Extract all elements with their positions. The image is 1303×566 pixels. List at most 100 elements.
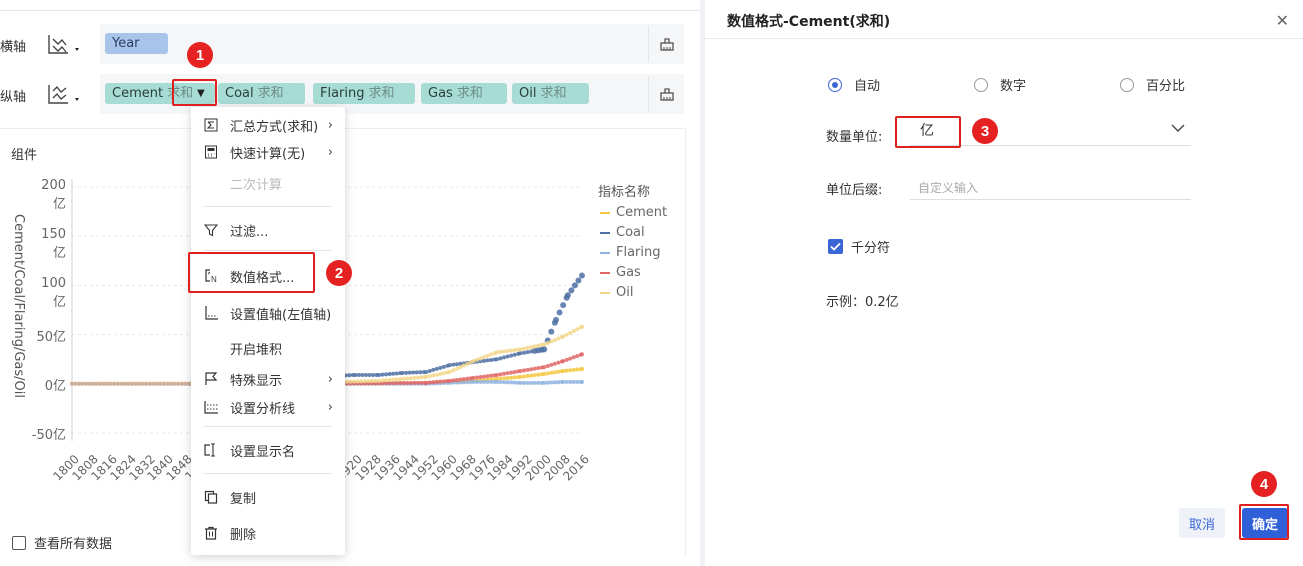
thousands-checkbox[interactable]: 千分符 [828,237,890,256]
step-badge-4: 4 [1251,471,1277,497]
data-point-oil [380,378,385,383]
menu-item-aggregation[interactable]: 汇总方式(求和) › [191,113,345,137]
format-example: 示例：0.2亿 [826,295,899,310]
data-point-oil [575,327,580,332]
close-icon[interactable]: ✕ [1276,11,1289,30]
data-point-oil [419,375,424,380]
data-point-coal [564,292,571,299]
data-point-oil [183,381,188,386]
dialog-title: 数值格式-Cement(求和) [727,14,891,30]
menu-item-copy[interactable]: 复制 [191,485,345,509]
data-point-gas [431,380,436,385]
data-point-coal [447,363,452,368]
data-point-oil [525,345,530,350]
checkbox-box[interactable] [12,535,26,550]
data-point-gas [465,376,470,381]
data-point-oil [144,381,149,386]
y-axis-title: Cement/Coal/Flaring/Gas/Oil [11,214,26,398]
data-point-oil [133,381,138,386]
radio-percent[interactable]: 百分比 [1120,75,1185,94]
data-point-flaring [552,380,557,385]
data-point-cement [532,373,537,378]
data-point-flaring [545,380,550,385]
menu-item-stack[interactable]: 开启堆积 [191,336,345,360]
data-point-oil [126,381,131,386]
highlight-box-3 [895,116,961,148]
radio-dot[interactable] [828,77,842,92]
data-point-coal [512,352,517,357]
legend-item-coal[interactable]: Coal [600,225,645,240]
check-icon[interactable] [828,239,843,254]
data-point-flaring [532,380,537,385]
data-point-coal [525,350,530,355]
data-point-gas [575,354,580,359]
legend-swatch [600,231,610,234]
data-point-oil [176,381,181,386]
data-point-coal [509,353,514,358]
data-point-oil [454,366,459,371]
legend-item-gas[interactable]: Gas [600,265,641,280]
menu-item-label: 设置值轴(左值轴) [230,307,332,323]
data-point-oil [376,378,381,383]
radio-dot[interactable] [974,77,988,92]
data-point-gas [478,375,483,380]
data-point-oil [571,329,576,334]
legend-label: Oil [616,285,634,300]
menu-item-value-axis[interactable]: 设置值轴(左值轴) [191,301,345,325]
data-point-oil [401,376,406,381]
data-point-oil [98,381,103,386]
data-point-cement [522,374,527,379]
data-point-oil [489,352,494,357]
data-point-gas [532,366,537,371]
view-all-data-checkbox[interactable]: 查看所有数据 [12,533,112,552]
data-point-oil [478,356,483,361]
data-point-flaring [518,380,523,385]
data-point-oil [441,371,446,376]
menu-item-rename[interactable]: 设置显示名 [191,438,345,462]
menu-item-quick-calc[interactable]: 快速计算(无) › [191,140,345,164]
data-point-gas [568,356,573,361]
cancel-button[interactable]: 取消 [1179,508,1225,538]
radio-number[interactable]: 数字 [974,75,1026,94]
data-point-coal [356,372,361,377]
scatter-chart [70,179,585,441]
data-point-gas [552,361,557,366]
data-point-oil [151,381,156,386]
radio-auto[interactable]: 自动 [828,75,880,94]
data-point-oil [415,375,420,380]
legend-item-flaring[interactable]: Flaring [600,245,661,260]
analysis-line-icon [203,399,219,415]
chevron-right-icon: › [327,117,333,133]
highlight-box-4 [1239,504,1289,540]
suffix-input[interactable]: 自定义输入 [910,174,1191,200]
data-point-coal [427,368,432,373]
y-tick-label: -50亿 [31,428,66,443]
legend-item-cement[interactable]: Cement [600,205,667,220]
menu-item-analysis-line[interactable]: 设置分析线 › [191,395,345,419]
menu-item-filter[interactable]: 过滤... [191,218,345,242]
data-point-gas [542,365,547,370]
radio-dot[interactable] [1120,77,1134,92]
data-point-flaring [575,379,580,384]
data-point-oil [345,379,350,384]
menu-item-label: 设置显示名 [230,444,296,460]
radio-label: 自动 [854,79,881,94]
data-point-cement [512,375,517,380]
thousands-label: 千分符 [851,241,891,256]
data-point-cement [556,369,561,374]
data-point-oil [398,377,403,382]
legend-title: 指标名称 [598,185,651,200]
legend-swatch [600,211,610,214]
data-point-oil [485,353,490,358]
sigma-icon [203,117,219,133]
data-point-oil [447,369,452,374]
data-point-coal [424,369,429,374]
legend-label: Flaring [616,245,661,260]
data-point-gas [571,355,576,360]
data-point-oil [412,375,417,380]
data-point-cement [525,374,530,379]
menu-item-delete[interactable]: 删除 [191,521,345,545]
legend-item-oil[interactable]: Oil [600,285,633,300]
data-point-gas [525,367,530,372]
menu-item-special-display[interactable]: 特殊显示 › [191,367,345,391]
